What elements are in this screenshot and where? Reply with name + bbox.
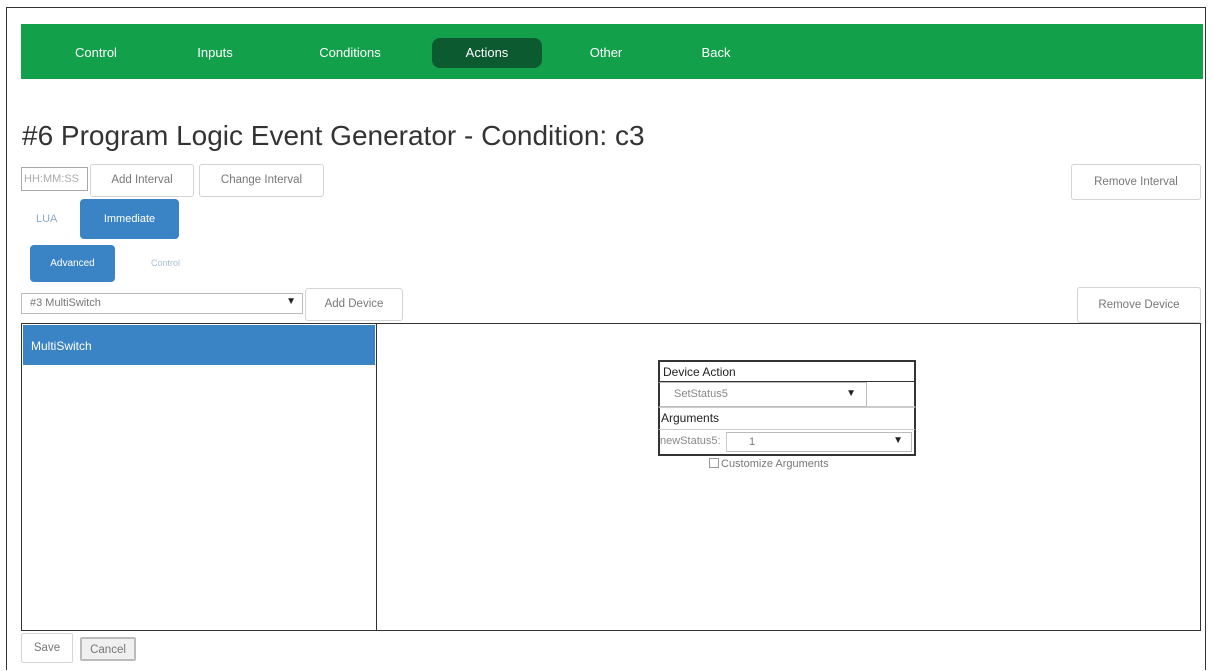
customize-arguments-option[interactable]: Customize Arguments [709,458,829,470]
device-action-value: SetStatus5 [674,388,728,400]
device-select-value: #3 MultiSwitch [30,297,101,309]
argument-value-select[interactable]: 1 ▼ [726,432,912,452]
nav-control[interactable]: Control [61,38,131,68]
nav-inputs[interactable]: Inputs [181,38,249,68]
device-select[interactable]: #3 MultiSwitch ▼ [21,293,303,314]
device-action-header: Device Action [658,360,916,382]
tab-lua[interactable]: LUA [36,213,57,225]
argument-value: 1 [749,436,756,448]
dropdown-arrow-icon: ▼ [893,435,903,446]
nav-other[interactable]: Other [576,38,636,68]
remove-device-button[interactable]: Remove Device [1077,287,1201,323]
remove-interval-button[interactable]: Remove Interval [1071,164,1201,200]
dropdown-arrow-icon: ▼ [846,388,856,399]
save-button[interactable]: Save [21,633,73,663]
panel-divider [376,324,377,630]
tab-immediate[interactable]: Immediate [80,199,179,239]
add-interval-button[interactable]: Add Interval [90,164,194,197]
tab-advanced[interactable]: Advanced [30,245,115,282]
cancel-button[interactable]: Cancel [80,637,136,661]
device-action-select[interactable]: SetStatus5 ▼ [658,382,867,407]
device-action-table: Device Action SetStatus5 ▼ Arguments new… [636,360,916,458]
argument-name-label: newStatus5: [660,435,721,447]
customize-arguments-label: Customize Arguments [721,458,829,470]
page-title: #6 Program Logic Event Generator - Condi… [22,120,645,151]
add-device-button[interactable]: Add Device [305,288,403,321]
device-workspace: MultiSwitch [21,323,1201,631]
top-navbar: Control Inputs Conditions Actions Other … [21,24,1203,79]
checkbox-icon[interactable] [709,458,719,468]
device-action-blank-cell [867,382,916,407]
tab-control[interactable]: Control [151,258,180,268]
device-list-item[interactable]: MultiSwitch [23,325,375,365]
argument-row: newStatus5: 1 ▼ [658,429,916,456]
interval-input[interactable] [21,167,88,191]
nav-actions[interactable]: Actions [432,38,542,68]
arguments-header: Arguments [658,407,916,429]
nav-conditions[interactable]: Conditions [306,38,394,68]
change-interval-button[interactable]: Change Interval [199,164,324,197]
nav-back[interactable]: Back [691,38,741,68]
dropdown-arrow-icon: ▼ [286,296,296,307]
